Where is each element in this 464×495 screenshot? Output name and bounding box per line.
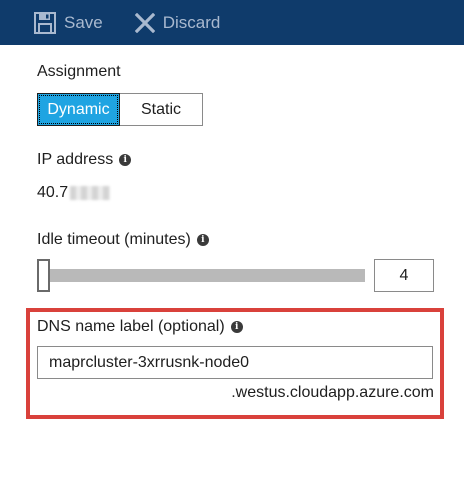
redacted-ip-blur	[70, 186, 111, 200]
assignment-label-text: Assignment	[37, 63, 121, 80]
discard-icon	[134, 12, 155, 33]
idle-timeout-label: Idle timeout (minutes) i	[37, 231, 209, 249]
dns-suffix: .westus.cloudapp.azure.com	[231, 384, 434, 401]
assignment-option-dynamic[interactable]: Dynamic	[37, 93, 120, 126]
dns-label-text: DNS name label (optional)	[37, 318, 225, 335]
info-icon[interactable]: i	[196, 234, 209, 246]
assignment-toggle: Dynamic Static	[37, 93, 203, 126]
idle-timeout-label-text: Idle timeout (minutes)	[37, 231, 191, 248]
ip-address-label: IP address i	[37, 151, 132, 169]
ip-address-text: 40.7	[37, 184, 69, 201]
info-icon[interactable]: i	[230, 321, 243, 333]
idle-timeout-slider-track[interactable]	[44, 269, 365, 282]
assignment-label: Assignment	[37, 63, 121, 81]
discard-label: Discard	[162, 12, 221, 32]
idle-timeout-slider-thumb[interactable]	[37, 259, 50, 292]
discard-button[interactable]: Discard	[134, 12, 221, 33]
command-bar: Save Discard	[0, 0, 464, 45]
save-button[interactable]: Save	[34, 11, 103, 34]
idle-timeout-value: 4	[399, 266, 409, 284]
info-icon[interactable]: i	[119, 154, 132, 166]
idle-timeout-value-box[interactable]: 4	[374, 259, 434, 292]
assignment-option-static[interactable]: Static	[120, 93, 203, 126]
dns-name-input[interactable]	[37, 346, 433, 379]
ip-address-label-text: IP address	[37, 151, 114, 168]
dns-label: DNS name label (optional) i	[37, 318, 243, 336]
save-label: Save	[64, 12, 103, 32]
ip-address-value: 40.7	[37, 184, 111, 202]
save-icon	[34, 11, 56, 34]
